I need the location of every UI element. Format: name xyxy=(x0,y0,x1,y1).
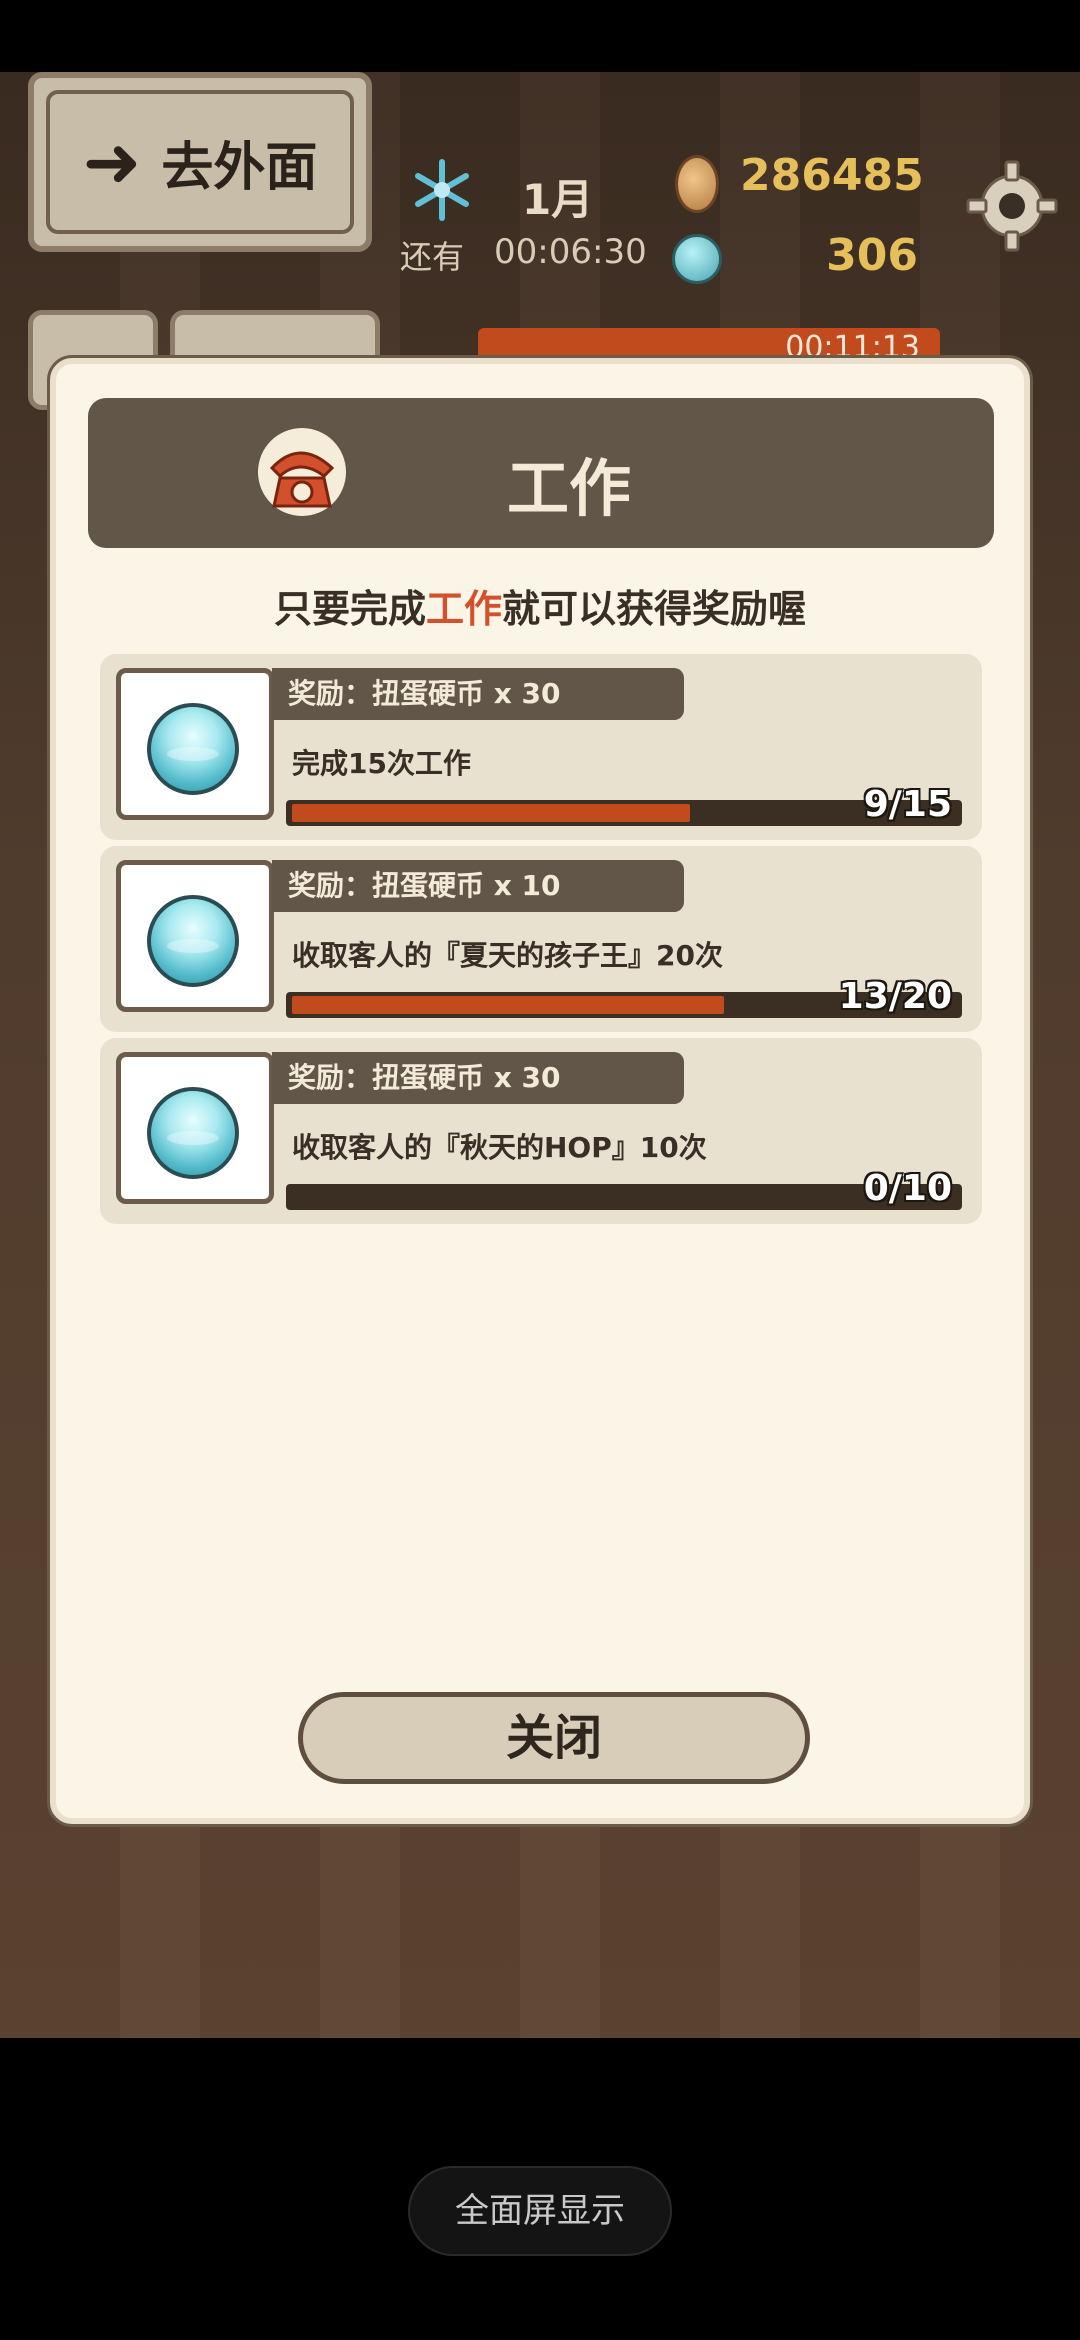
go-outside-label: 去外面 xyxy=(161,137,318,198)
reward-thumbnail xyxy=(116,860,274,1012)
task-description: 收取客人的『秋天的HOP』10次 xyxy=(292,1131,707,1164)
progress-fill xyxy=(292,996,724,1014)
task-item[interactable]: 奖励：扭蛋硬币 x 30 收取客人的『秋天的HOP』10次 0/10 xyxy=(100,1038,982,1224)
coin-count: 286485 xyxy=(740,150,924,201)
task-item[interactable]: 奖励：扭蛋硬币 x 30 完成15次工作 9/15 xyxy=(100,654,982,840)
task-description: 完成15次工作 xyxy=(292,747,471,780)
work-dialog: 工作 只要完成工作就可以获得奖励喔 奖励：扭蛋硬币 x 30 完成15次工作 9… xyxy=(50,358,1030,1824)
reward-thumbnail xyxy=(116,668,274,820)
progress-fill xyxy=(292,804,691,822)
gear-icon[interactable] xyxy=(966,160,1058,252)
snowflake-icon xyxy=(415,159,469,221)
progress-count: 9/15 xyxy=(863,784,952,825)
gacha-orb-icon xyxy=(147,703,239,795)
reward-label: 奖励：扭蛋硬币 x 30 xyxy=(272,1052,684,1104)
dialog-subtitle: 只要完成工作就可以获得奖励喔 xyxy=(273,587,807,631)
gacha-orb-icon xyxy=(672,234,722,284)
dialog-title: 工作 xyxy=(506,452,631,525)
reward-label: 奖励：扭蛋硬币 x 10 xyxy=(272,860,684,912)
go-outside-button[interactable]: ➜ 去外面 xyxy=(28,72,372,252)
task-progress-bar: 9/15 xyxy=(286,784,962,826)
fullscreen-display-button[interactable]: 全面屏显示 xyxy=(408,2166,672,2256)
gacha-orb-icon xyxy=(147,1087,239,1179)
reward-thumbnail xyxy=(116,1052,274,1204)
remaining-label: 还有 xyxy=(400,238,465,276)
status-bar-area xyxy=(0,0,1080,72)
gacha-coin-count: 306 xyxy=(826,230,918,281)
task-list: 奖励：扭蛋硬币 x 30 完成15次工作 9/15 奖励：扭蛋硬币 x 10 收… xyxy=(100,654,982,1230)
reward-label: 奖励：扭蛋硬币 x 30 xyxy=(272,668,684,720)
task-progress-bar: 13/20 xyxy=(286,976,962,1018)
task-description: 收取客人的『夏天的孩子王』20次 xyxy=(292,939,723,972)
arrow-right-icon: ➜ xyxy=(82,121,142,203)
task-item[interactable]: 奖励：扭蛋硬币 x 10 收取客人的『夏天的孩子王』20次 13/20 xyxy=(100,846,982,1032)
gacha-orb-icon xyxy=(147,895,239,987)
month-label: 1月 xyxy=(522,175,594,224)
coin-icon xyxy=(675,155,719,213)
task-progress-bar: 0/10 xyxy=(286,1168,962,1210)
countdown-timer: 00:06:30 xyxy=(494,232,647,272)
progress-count: 0/10 xyxy=(863,1168,952,1209)
dialog-header: 工作 xyxy=(88,398,994,548)
progress-count: 13/20 xyxy=(838,976,952,1017)
close-button[interactable]: 关闭 xyxy=(298,1692,810,1784)
